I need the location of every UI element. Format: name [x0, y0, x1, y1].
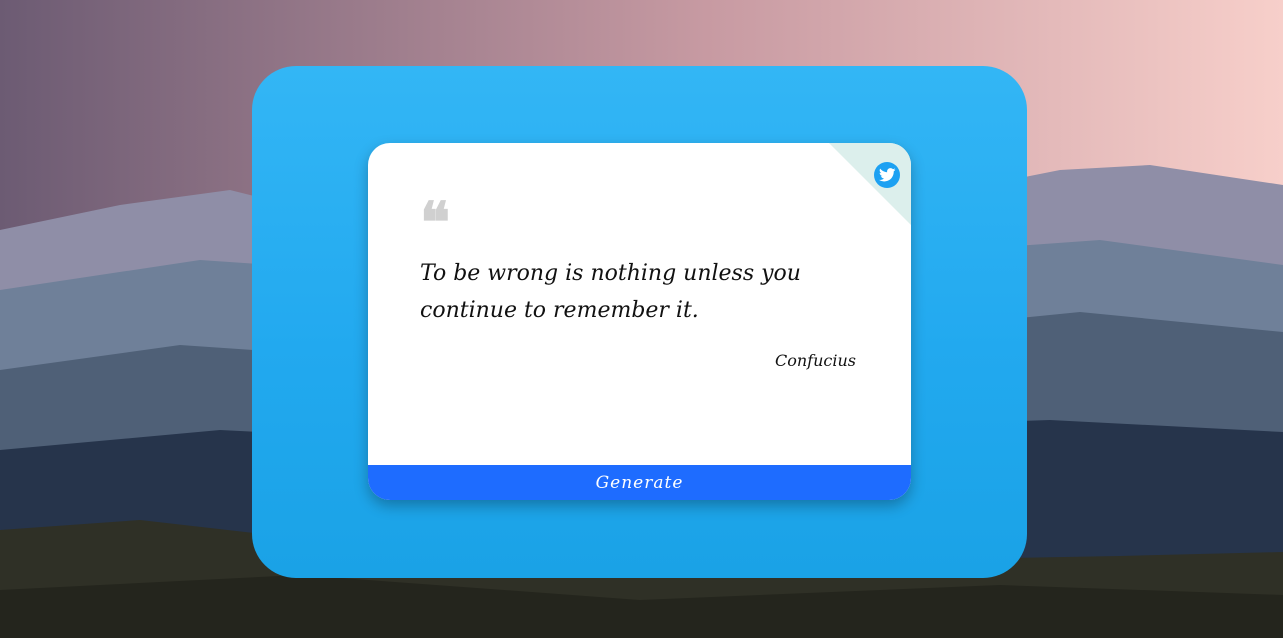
- generate-button[interactable]: Generate: [368, 465, 911, 500]
- tweet-button[interactable]: [874, 162, 900, 188]
- quote-icon: ❝: [420, 190, 451, 256]
- quote-author: Confucius: [775, 351, 856, 370]
- quote-card: ❝ To be wrong is nothing unless you cont…: [368, 143, 911, 500]
- corner-fold: [829, 143, 911, 225]
- quote-text: To be wrong is nothing unless you contin…: [420, 261, 801, 323]
- twitter-icon: [878, 168, 896, 182]
